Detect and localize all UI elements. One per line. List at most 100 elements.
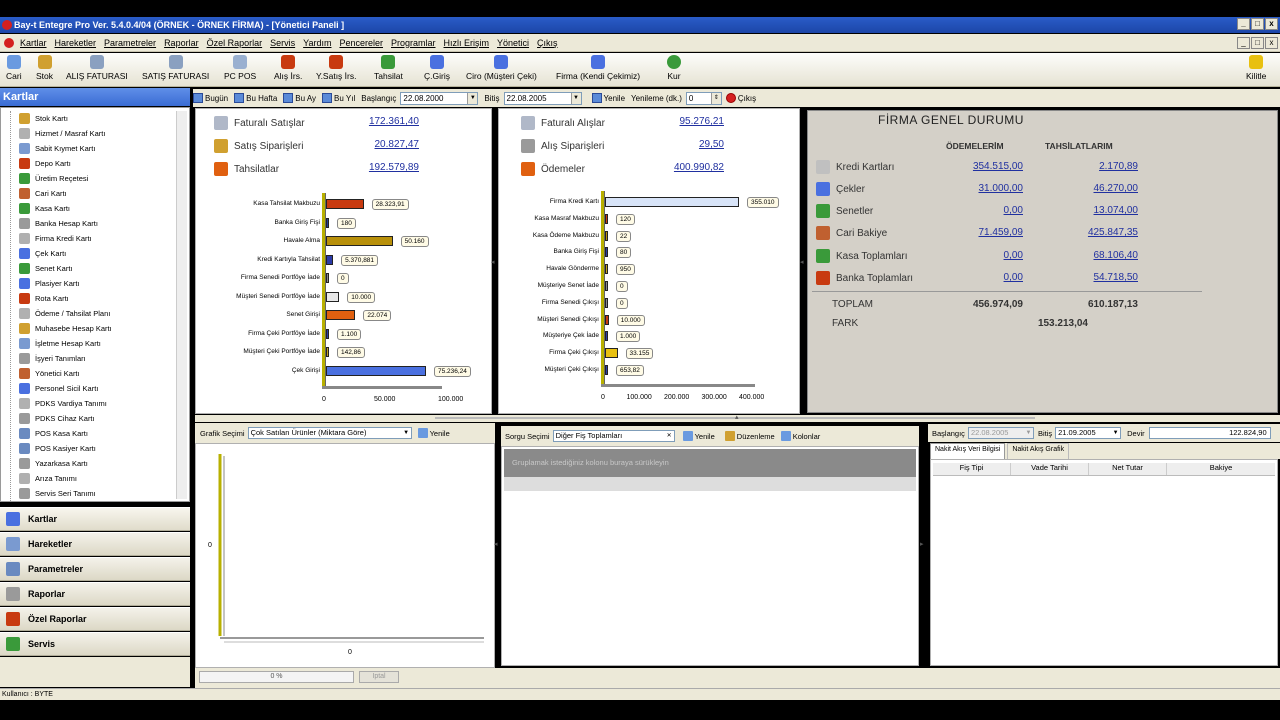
purch-orders-value[interactable]: 29,50: [644, 139, 724, 150]
nav-parametreler[interactable]: Parametreler: [0, 557, 190, 581]
cash-end-date-field[interactable]: 21.09.2005 ▼: [1055, 427, 1122, 439]
tree-item-plasiyer-karti[interactable]: Plasiyer Kartı: [19, 276, 80, 291]
tree-item-rota-karti[interactable]: Rota Kartı: [19, 291, 69, 306]
bar[interactable]: [326, 236, 393, 246]
menu-parametreler[interactable]: Parametreler: [100, 38, 160, 48]
tree-item-banka-hesap[interactable]: Banka Hesap Kartı: [19, 216, 98, 231]
splitter-handle-icon[interactable]: ◂: [494, 540, 498, 548]
exit-button[interactable]: Çıkış: [725, 93, 756, 103]
notes-payments[interactable]: 0,00: [943, 205, 1023, 216]
bar[interactable]: [605, 264, 608, 275]
toolbar-kilitle-button[interactable]: Kilitle: [1246, 55, 1266, 81]
toolbar-tahsilat-button[interactable]: Tahsilat: [374, 55, 403, 81]
bar[interactable]: [326, 291, 340, 302]
cash-start-date-field[interactable]: 22.08.2005 ▼: [967, 427, 1034, 439]
sales-orders-value[interactable]: 20.827,47: [339, 139, 420, 150]
splitter-handle-icon[interactable]: ▸: [920, 540, 924, 548]
nav-servis[interactable]: Servis: [0, 632, 190, 656]
col-bakiye[interactable]: Bakiye: [1167, 463, 1275, 475]
bar[interactable]: [605, 314, 609, 325]
menu-kartlar[interactable]: Kartlar: [16, 38, 51, 48]
bank-totals-payments[interactable]: 0,00: [943, 272, 1023, 283]
bar[interactable]: [605, 247, 608, 258]
toolbar-kur-button[interactable]: Kur: [667, 55, 681, 81]
refresh-button[interactable]: Yenile: [591, 93, 625, 103]
query-select-dropdown[interactable]: Diğer Fiş Toplamları ✕: [552, 430, 675, 442]
tree-item-sabit-kiymet[interactable]: Sabit Kıymet Kartı: [19, 141, 95, 156]
tree-item-kasa-karti[interactable]: Kasa Kartı: [19, 201, 70, 216]
graph-select-dropdown[interactable]: Çok Satılan Ürünler (Miktara Göre) ▼: [247, 427, 412, 439]
tree-item-pdks-cihaz[interactable]: PDKS Cihaz Kartı: [19, 411, 95, 426]
bar[interactable]: [605, 281, 608, 291]
toolbar-alis-irs-button[interactable]: Alış İrs.: [274, 55, 302, 81]
tree-item-senet-karti[interactable]: Senet Kartı: [19, 261, 73, 276]
menu-cikis[interactable]: Çıkış: [533, 38, 562, 48]
notes-collections[interactable]: 13.074,00: [1058, 205, 1139, 216]
purch-payments-value[interactable]: 400.990,82: [644, 162, 724, 173]
end-date-field[interactable]: 22.08.2005 ▼: [503, 91, 582, 105]
tree-item-personel-sicil[interactable]: Personel Sicil Kartı: [19, 381, 98, 396]
tree-item-ariza-tanimi[interactable]: Arıza Tanımı: [19, 471, 77, 486]
refresh-interval-field[interactable]: 0 ⇕: [685, 91, 722, 105]
menu-ozel-raporlar[interactable]: Özel Raporlar: [203, 38, 267, 48]
credit-cards-collections[interactable]: 2.170,89: [1058, 161, 1138, 172]
bar[interactable]: [326, 365, 426, 376]
graph-refresh-button[interactable]: Yenile: [417, 428, 450, 438]
toolbar-cari-button[interactable]: Cari: [6, 55, 22, 81]
tree-item-firma-kredi[interactable]: Firma Kredi Kartı: [19, 231, 92, 246]
toolbar-satis-faturasi-button[interactable]: SATIŞ FATURASI: [142, 55, 209, 81]
menu-servis[interactable]: Servis: [266, 38, 299, 48]
tab-cashflow-data[interactable]: Nakit Akış Veri Bilgisi: [930, 443, 1006, 459]
tree-item-uretim-recetesi[interactable]: Üretim Reçetesi: [19, 171, 88, 186]
sidebar-scrollbar[interactable]: [176, 111, 187, 499]
tree-item-cari-karti[interactable]: Cari Kartı: [19, 186, 67, 201]
query-refresh-button[interactable]: Yenile: [682, 431, 715, 441]
today-button[interactable]: Bugün: [193, 93, 228, 103]
query-edit-button[interactable]: Düzenleme: [724, 431, 775, 441]
bar[interactable]: [605, 365, 608, 375]
tree-item-yonetici-karti[interactable]: Yönetici Kartı: [19, 366, 80, 381]
tree-item-pos-kasa[interactable]: POS Kasa Kartı: [19, 426, 88, 441]
menu-yonetici[interactable]: Yönetici: [493, 38, 533, 48]
child-close-button[interactable]: x: [1265, 37, 1278, 49]
col-fis-tipi[interactable]: Fiş Tipi: [933, 463, 1011, 475]
toolbar-satis-irs-button[interactable]: Y.Satış İrs.: [316, 55, 356, 81]
checks-payments[interactable]: 31.000,00: [943, 183, 1024, 194]
menu-hareketler[interactable]: Hareketler: [51, 38, 101, 48]
checks-collections[interactable]: 46.270,00: [1058, 183, 1139, 194]
horizontal-splitter[interactable]: ▴: [195, 414, 1280, 422]
app-menu-icon[interactable]: [4, 37, 14, 48]
bar[interactable]: [605, 348, 618, 359]
menu-hizli-erisim[interactable]: Hızlı Erişim: [440, 38, 494, 48]
this-month-button[interactable]: Bu Ay: [283, 93, 316, 103]
child-minimize-button[interactable]: _: [1237, 37, 1250, 49]
chevron-down-icon[interactable]: ▼: [402, 428, 411, 438]
tree-item-yazarkasa[interactable]: Yazarkasa Kartı: [19, 456, 88, 471]
menu-programlar[interactable]: Programlar: [387, 38, 440, 48]
this-year-button[interactable]: Bu Yıl: [322, 93, 355, 103]
credit-cards-payments[interactable]: 354.515,00: [943, 161, 1023, 172]
sales-collections-value[interactable]: 192.579,89: [339, 162, 419, 173]
nav-raporlar[interactable]: Raporlar: [0, 582, 190, 606]
tree-item-cek-karti[interactable]: Çek Kartı: [19, 246, 66, 261]
current-balance-payments[interactable]: 71.459,09: [943, 227, 1024, 238]
tab-cashflow-graph[interactable]: Nakit Akış Grafik: [1007, 443, 1070, 459]
toolbar-alis-faturasi-button[interactable]: ALIŞ FATURASI: [66, 55, 128, 81]
tree-item-pos-kasiyer[interactable]: POS Kasiyer Kartı: [19, 441, 96, 456]
bar[interactable]: [326, 328, 329, 339]
bar[interactable]: [326, 310, 356, 320]
splitter-handle-icon[interactable]: ◂: [800, 258, 804, 266]
bar[interactable]: [605, 230, 608, 241]
col-vade-tarihi[interactable]: Vade Tarihi: [1011, 463, 1089, 475]
group-by-area[interactable]: Gruplamak istediğiniz kolonu buraya sürü…: [504, 449, 916, 477]
bar[interactable]: [326, 254, 334, 265]
cancel-button[interactable]: Iptal: [359, 671, 399, 683]
tree-item-depo-karti[interactable]: Depo Kartı: [19, 156, 71, 171]
toolbar-firma-cek-button[interactable]: Firma (Kendi Çekimiz): [556, 55, 640, 81]
bar[interactable]: [326, 273, 329, 283]
tree-item-muhasebe-hesap[interactable]: Muhasebe Hesap Kartı: [19, 321, 112, 336]
spin-icon[interactable]: ⇕: [710, 92, 721, 104]
tree-item-odeme-plani[interactable]: Ödeme / Tahsilat Planı: [19, 306, 110, 321]
maximize-button[interactable]: □: [1251, 18, 1264, 30]
bar[interactable]: [326, 347, 329, 357]
